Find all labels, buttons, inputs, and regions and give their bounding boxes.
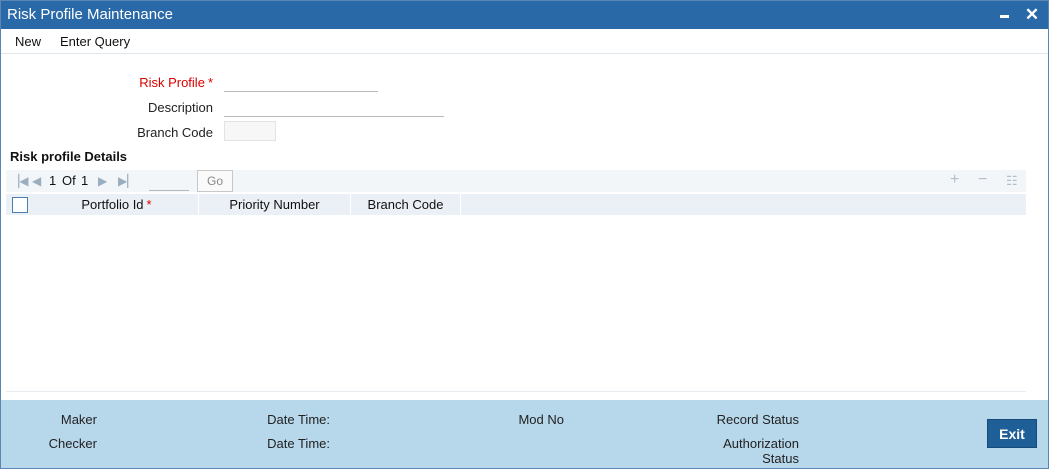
description-label: Description (147, 100, 213, 115)
branch-code-label: Branch Code (137, 125, 213, 140)
branch-code-field (224, 121, 276, 141)
risk-profile-window: Risk Profile Maintenance ✕ New Enter Que… (0, 0, 1049, 469)
checker-date-time-label: Date Time: (267, 436, 330, 451)
close-icon[interactable]: ✕ (1022, 5, 1042, 25)
risk-profile-input[interactable] (224, 72, 378, 92)
footer-divider (6, 391, 1026, 392)
menu-enter-query[interactable]: Enter Query (60, 34, 130, 49)
add-row-icon[interactable]: + (950, 171, 959, 189)
select-all-checkbox[interactable] (12, 197, 28, 213)
menu-bar: New Enter Query (1, 29, 1048, 54)
description-input[interactable] (224, 97, 444, 117)
authorization-status-label-line1: Authorization (723, 436, 799, 451)
title-bar: Risk Profile Maintenance ✕ (1, 1, 1048, 29)
delete-row-icon[interactable]: − (978, 171, 987, 189)
exit-button[interactable]: Exit (987, 419, 1037, 448)
last-page-icon[interactable]: ▶▏ (118, 174, 136, 188)
page-number-input[interactable] (149, 171, 189, 191)
grid-toolbar: ▕◀ ◀ 1 Of 1 ▶ ▶▏ Go + − ☷ (6, 170, 1026, 192)
total-pages: 1 (81, 173, 89, 188)
audit-footer: Maker Checker Date Time: Date Time: Mod … (1, 400, 1048, 468)
column-portfolio-id[interactable]: Portfolio Id * (35, 194, 199, 215)
maker-date-time-label: Date Time: (267, 412, 330, 427)
column-priority-number[interactable]: Priority Number (199, 194, 351, 215)
risk-profile-label-text: Risk Profile (139, 75, 205, 90)
record-status-label: Record Status (716, 412, 799, 427)
minimize-icon[interactable] (994, 5, 1014, 25)
risk-profile-details-title: Risk profile Details (10, 149, 128, 164)
previous-page-icon[interactable]: ◀ (32, 174, 41, 188)
column-portfolio-id-label: Portfolio Id (81, 197, 144, 212)
window-title: Risk Profile Maintenance (7, 6, 173, 23)
next-page-icon[interactable]: ▶ (98, 174, 107, 188)
menu-new[interactable]: New (15, 34, 41, 49)
required-mark: * (146, 197, 152, 212)
required-mark: * (207, 75, 213, 90)
page-of-label: Of (62, 173, 76, 188)
grid-body (6, 215, 1026, 390)
column-branch-code[interactable]: Branch Code (351, 194, 461, 215)
current-page: 1 (49, 173, 57, 188)
first-page-icon[interactable]: ▕◀ (10, 174, 28, 188)
maker-label: Maker (60, 412, 97, 427)
single-record-view-icon[interactable]: ☷ (1006, 173, 1018, 189)
authorization-status-label-line2: Status (762, 451, 799, 466)
mod-no-label: Mod No (518, 412, 564, 427)
checker-label: Checker (48, 436, 97, 451)
go-button[interactable]: Go (197, 170, 233, 192)
risk-profile-label: Risk Profile * (93, 75, 213, 90)
grid-header: Portfolio Id * Priority Number Branch Cod… (6, 194, 1026, 215)
